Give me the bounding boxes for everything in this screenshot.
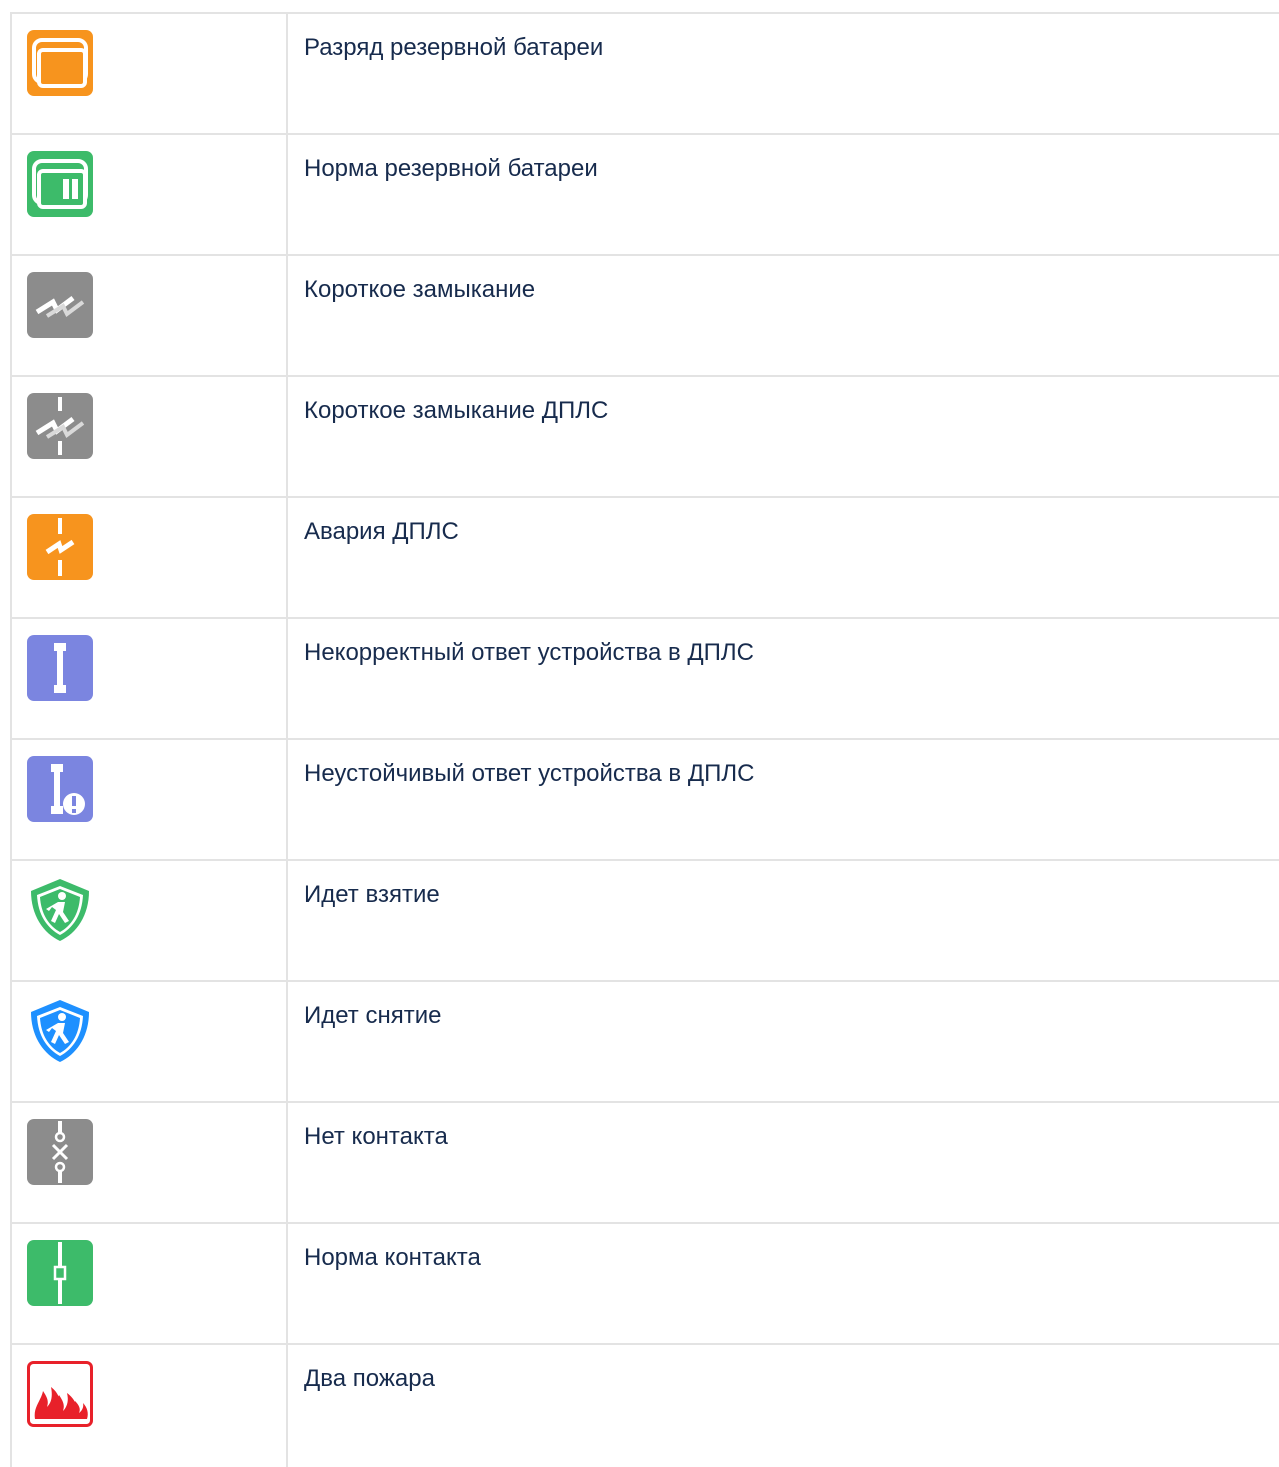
status-label: Авария ДПЛС bbox=[304, 518, 459, 545]
status-label: Короткое замыкание bbox=[304, 276, 536, 303]
status-label: Короткое замыкание ДПЛС bbox=[304, 397, 609, 424]
table-row: Разряд резервной батареи bbox=[10, 14, 1279, 135]
device-unstable-response-icon bbox=[27, 756, 93, 822]
table-row: Два пожара bbox=[10, 1345, 1279, 1467]
table-row: Идет снятие bbox=[10, 982, 1279, 1103]
status-label: Нет контакта bbox=[304, 1123, 448, 1150]
no-contact-icon bbox=[27, 1119, 93, 1185]
arming-in-progress-icon bbox=[27, 877, 93, 943]
table-row: Короткое замыкание ДПЛС bbox=[10, 377, 1279, 498]
status-label: Норма резервной батареи bbox=[304, 155, 598, 182]
status-label: Идет снятие bbox=[304, 1002, 442, 1029]
short-circuit-dpls-icon bbox=[27, 393, 93, 459]
table-row: Норма резервной батареи bbox=[10, 135, 1279, 256]
short-circuit-icon bbox=[27, 272, 93, 338]
status-label: Неустойчивый ответ устройства в ДПЛС bbox=[304, 760, 755, 787]
status-label: Два пожара bbox=[304, 1365, 435, 1392]
status-label: Норма контакта bbox=[304, 1244, 481, 1271]
table-row: Неустойчивый ответ устройства в ДПЛС bbox=[10, 740, 1279, 861]
status-label: Некорректный ответ устройства в ДПЛС bbox=[304, 639, 754, 666]
table-row: Нет контакта bbox=[10, 1103, 1279, 1224]
status-label: Идет взятие bbox=[304, 881, 440, 908]
status-label: Разряд резервной батареи bbox=[304, 34, 604, 61]
dpls-failure-icon bbox=[27, 514, 93, 580]
battery-discharge-icon bbox=[27, 30, 93, 96]
table-row: Идет взятие bbox=[10, 861, 1279, 982]
double-fire-icon bbox=[27, 1361, 93, 1427]
device-invalid-response-icon bbox=[27, 635, 93, 701]
contact-normal-icon bbox=[27, 1240, 93, 1306]
table-row: Норма контакта bbox=[10, 1224, 1279, 1345]
status-icons-table: Разряд резервной батареи Норма резервной… bbox=[10, 12, 1279, 1467]
table-row: Некорректный ответ устройства в ДПЛС bbox=[10, 619, 1279, 740]
table-row: Авария ДПЛС bbox=[10, 498, 1279, 619]
battery-normal-icon bbox=[27, 151, 93, 217]
table-row: Короткое замыкание bbox=[10, 256, 1279, 377]
disarming-in-progress-icon bbox=[27, 998, 93, 1064]
